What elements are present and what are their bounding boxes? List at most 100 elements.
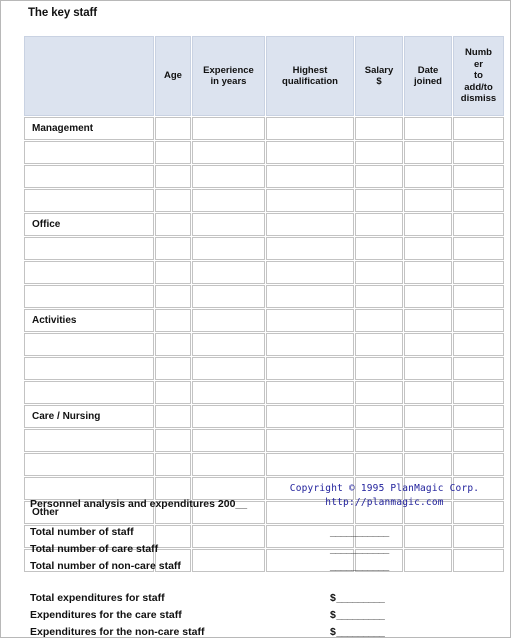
table-cell-empty[interactable]: [155, 381, 191, 404]
table-cell-empty[interactable]: [155, 477, 191, 500]
table-cell-empty[interactable]: [355, 309, 403, 332]
table-cell-empty[interactable]: [24, 357, 154, 380]
table-cell-empty[interactable]: [24, 165, 154, 188]
table-cell-empty[interactable]: [266, 189, 354, 212]
table-cell-empty[interactable]: [155, 261, 191, 284]
table-cell-empty[interactable]: [355, 117, 403, 140]
table-cell-empty[interactable]: [155, 285, 191, 308]
staff-count-1-blank-field[interactable]: ___________: [330, 543, 389, 555]
table-cell-empty[interactable]: [24, 261, 154, 284]
table-cell-empty[interactable]: [192, 165, 265, 188]
table-cell-empty[interactable]: [192, 141, 265, 164]
table-cell-empty[interactable]: [355, 285, 403, 308]
table-cell-empty[interactable]: [404, 333, 452, 356]
table-cell-empty[interactable]: [155, 357, 191, 380]
table-cell-empty[interactable]: [24, 333, 154, 356]
table-cell-empty[interactable]: [453, 405, 504, 428]
table-cell-empty[interactable]: [355, 261, 403, 284]
table-cell-empty[interactable]: [155, 237, 191, 260]
table-cell-empty[interactable]: [192, 357, 265, 380]
table-cell-empty[interactable]: [155, 333, 191, 356]
table-cell-empty[interactable]: [266, 141, 354, 164]
expenditure-1-blank-field[interactable]: $_________: [330, 609, 385, 621]
table-cell-empty[interactable]: [404, 237, 452, 260]
table-cell-empty[interactable]: [355, 405, 403, 428]
table-cell-empty[interactable]: [404, 285, 452, 308]
table-cell-empty[interactable]: [155, 213, 191, 236]
table-cell-empty[interactable]: [355, 213, 403, 236]
table-cell-empty[interactable]: [155, 453, 191, 476]
table-cell-empty[interactable]: [155, 309, 191, 332]
table-cell-empty[interactable]: [266, 285, 354, 308]
table-cell-empty[interactable]: [155, 189, 191, 212]
table-cell-empty[interactable]: [404, 405, 452, 428]
table-cell-empty[interactable]: [404, 189, 452, 212]
table-cell-empty[interactable]: [453, 333, 504, 356]
table-cell-empty[interactable]: [266, 237, 354, 260]
table-cell-empty[interactable]: [453, 117, 504, 140]
table-cell-empty[interactable]: [266, 381, 354, 404]
expenditure-2-blank-field[interactable]: $_________: [330, 626, 385, 638]
table-cell-empty[interactable]: [355, 237, 403, 260]
table-cell-empty[interactable]: [355, 381, 403, 404]
table-cell-empty[interactable]: [266, 453, 354, 476]
table-cell-empty[interactable]: [192, 477, 265, 500]
table-cell-empty[interactable]: [24, 141, 154, 164]
table-cell-empty[interactable]: [453, 165, 504, 188]
table-cell-empty[interactable]: [24, 189, 154, 212]
table-cell-empty[interactable]: [192, 381, 265, 404]
table-cell-empty[interactable]: [404, 381, 452, 404]
table-cell-empty[interactable]: [355, 357, 403, 380]
table-cell-empty[interactable]: [192, 261, 265, 284]
table-cell-empty[interactable]: [192, 333, 265, 356]
table-cell-empty[interactable]: [192, 285, 265, 308]
table-cell-empty[interactable]: [453, 429, 504, 452]
table-cell-empty[interactable]: [266, 333, 354, 356]
table-cell-empty[interactable]: [404, 453, 452, 476]
expenditure-0-blank-field[interactable]: $_________: [330, 592, 385, 604]
table-cell-empty[interactable]: [192, 189, 265, 212]
table-cell-empty[interactable]: [453, 309, 504, 332]
table-cell-empty[interactable]: [192, 309, 265, 332]
table-cell-empty[interactable]: [266, 405, 354, 428]
table-cell-empty[interactable]: [453, 381, 504, 404]
table-cell-empty[interactable]: [404, 261, 452, 284]
table-cell-empty[interactable]: [155, 141, 191, 164]
table-cell-empty[interactable]: [355, 429, 403, 452]
table-cell-empty[interactable]: [453, 237, 504, 260]
table-cell-empty[interactable]: [155, 429, 191, 452]
table-cell-empty[interactable]: [155, 117, 191, 140]
table-cell-empty[interactable]: [266, 261, 354, 284]
table-cell-empty[interactable]: [192, 405, 265, 428]
table-cell-empty[interactable]: [24, 477, 154, 500]
table-cell-empty[interactable]: [192, 453, 265, 476]
table-cell-empty[interactable]: [355, 165, 403, 188]
table-cell-empty[interactable]: [355, 453, 403, 476]
table-cell-empty[interactable]: [355, 189, 403, 212]
table-cell-empty[interactable]: [155, 165, 191, 188]
table-cell-empty[interactable]: [266, 165, 354, 188]
table-cell-empty[interactable]: [266, 357, 354, 380]
staff-count-2-blank-field[interactable]: ___________: [330, 560, 389, 572]
table-cell-empty[interactable]: [404, 429, 452, 452]
table-cell-empty[interactable]: [355, 333, 403, 356]
table-cell-empty[interactable]: [404, 213, 452, 236]
table-cell-empty[interactable]: [24, 237, 154, 260]
table-cell-empty[interactable]: [404, 357, 452, 380]
table-cell-empty[interactable]: [266, 429, 354, 452]
table-cell-empty[interactable]: [192, 117, 265, 140]
table-cell-empty[interactable]: [192, 213, 265, 236]
table-cell-empty[interactable]: [453, 189, 504, 212]
table-cell-empty[interactable]: [404, 165, 452, 188]
table-cell-empty[interactable]: [266, 309, 354, 332]
table-cell-empty[interactable]: [24, 429, 154, 452]
table-cell-empty[interactable]: [192, 429, 265, 452]
table-cell-empty[interactable]: [453, 285, 504, 308]
table-cell-empty[interactable]: [453, 261, 504, 284]
table-cell-empty[interactable]: [24, 381, 154, 404]
table-cell-empty[interactable]: [192, 237, 265, 260]
table-cell-empty[interactable]: [266, 213, 354, 236]
table-cell-empty[interactable]: [24, 453, 154, 476]
table-cell-empty[interactable]: [355, 141, 403, 164]
table-cell-empty[interactable]: [266, 117, 354, 140]
